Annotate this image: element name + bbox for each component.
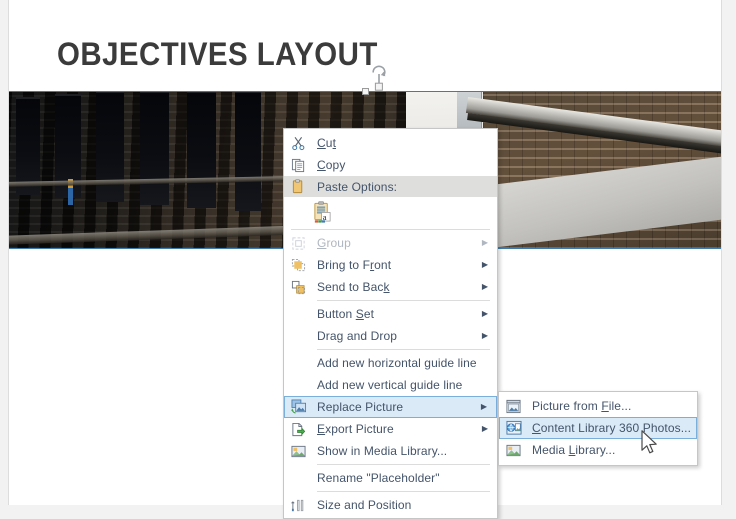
menu-item-button-set[interactable]: Button Set ▶ — [284, 303, 497, 325]
menu-item-label: Export Picture — [317, 422, 394, 436]
menu-item-label: Copy — [317, 158, 346, 172]
menu-item-label: Add new horizontal guide line — [317, 356, 477, 370]
menu-separator — [317, 300, 490, 301]
submenu-item-label: Media Library... — [532, 443, 616, 457]
no-icon — [284, 303, 312, 325]
menu-item-label: Button Set — [317, 307, 375, 321]
paste-keep-text-icon[interactable]: a — [312, 201, 333, 223]
chevron-right-icon: ▶ — [481, 238, 489, 247]
menu-item-show-in-media-library[interactable]: Show in Media Library... — [284, 440, 497, 462]
scissors-icon — [284, 132, 312, 154]
size-position-icon — [284, 494, 312, 516]
menu-item-cut[interactable]: Cut — [284, 132, 497, 154]
content-library-icon — [500, 417, 527, 439]
page-title: OBJECTIVES LAYOUT — [57, 36, 378, 72]
menu-item-label: Size and Position — [317, 498, 412, 512]
menu-item-group: Group ▶ — [284, 232, 497, 254]
menu-item-label: Rename "Placeholder" — [317, 471, 440, 485]
chevron-right-icon: ▶ — [481, 309, 489, 318]
clipboard-icon — [284, 176, 312, 198]
chevron-right-icon: ▶ — [481, 282, 489, 291]
menu-item-add-vertical-guide[interactable]: Add new vertical guide line — [284, 374, 497, 396]
chevron-right-icon: ▶ — [481, 331, 489, 340]
no-icon — [284, 352, 312, 374]
photo-window — [234, 91, 261, 212]
paste-option-keep-text[interactable]: a — [284, 197, 497, 227]
submenu-item-media-library[interactable]: Media Library... — [499, 439, 697, 461]
send-to-back-icon — [284, 276, 312, 298]
menu-item-add-horizontal-guide[interactable]: Add new horizontal guide line — [284, 352, 497, 374]
menu-separator — [317, 349, 490, 350]
menu-item-rename-placeholder[interactable]: Rename "Placeholder" — [284, 467, 497, 489]
menu-item-label: Drag and Drop — [317, 329, 398, 343]
menu-item-export-picture[interactable]: Export Picture ▶ — [284, 418, 497, 440]
menu-item-copy[interactable]: Copy — [284, 154, 497, 176]
no-icon — [284, 467, 312, 489]
menu-item-drag-and-drop[interactable]: Drag and Drop ▶ — [284, 325, 497, 347]
chevron-right-icon: ▶ — [480, 402, 488, 411]
photo-window — [139, 91, 169, 205]
menu-item-label: Add new vertical guide line — [317, 378, 463, 392]
picture-file-icon — [499, 395, 527, 417]
context-menu[interactable]: Cut Copy Paste Options: a Group ▶ Bring … — [283, 128, 498, 519]
submenu-item-picture-from-file[interactable]: Picture from File... — [499, 395, 697, 417]
photo-window — [95, 91, 124, 202]
photo-window — [187, 91, 217, 208]
menu-item-send-to-back[interactable]: Send to Back ▶ — [284, 276, 497, 298]
bring-to-front-icon — [284, 254, 312, 276]
menu-item-replace-picture[interactable]: Replace Picture ▶ — [284, 396, 497, 418]
menu-item-size-and-position[interactable]: Size and Position — [284, 494, 497, 516]
menu-item-label: Show in Media Library... — [317, 444, 448, 458]
no-icon — [284, 374, 312, 396]
menu-item-label: Replace Picture — [317, 400, 404, 414]
menu-item-label: Bring to Front — [317, 258, 392, 272]
menu-separator — [317, 464, 490, 465]
submenu-item-content-library-360[interactable]: Content Library 360 Photos... — [499, 417, 697, 439]
menu-item-bring-to-front[interactable]: Bring to Front ▶ — [284, 254, 497, 276]
menu-header-label: Paste Options: — [317, 179, 398, 194]
replace-picture-submenu[interactable]: Picture from File... Content Library 360… — [498, 391, 698, 466]
replace-picture-icon — [285, 396, 312, 418]
no-icon — [284, 325, 312, 347]
group-icon — [284, 232, 312, 254]
submenu-item-label: Content Library 360 Photos... — [532, 421, 692, 435]
menu-separator — [317, 491, 490, 492]
chevron-right-icon: ▶ — [481, 424, 489, 433]
menu-item-label: Send to Back — [317, 280, 390, 294]
submenu-item-label: Picture from File... — [532, 399, 632, 413]
chevron-right-icon: ▶ — [481, 260, 489, 269]
menu-header-paste-options: Paste Options: — [284, 176, 497, 197]
media-library-icon — [284, 440, 312, 462]
menu-item-label: Cut — [317, 136, 336, 150]
menu-item-label: Group — [317, 236, 351, 250]
media-library-icon — [499, 439, 527, 461]
export-picture-icon — [284, 418, 312, 440]
menu-separator — [291, 229, 490, 230]
copy-icon — [284, 154, 312, 176]
